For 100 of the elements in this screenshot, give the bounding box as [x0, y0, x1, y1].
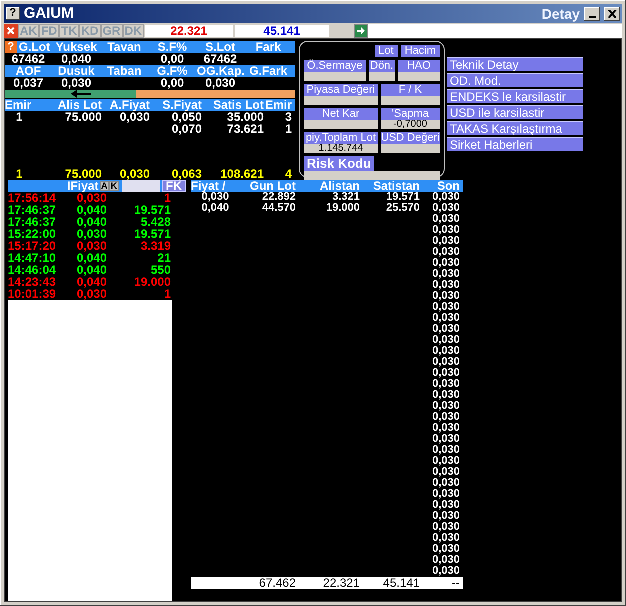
total-cell-text: 1: [15, 168, 24, 180]
table-cell-text: 0,030: [431, 214, 461, 225]
column-header[interactable]: Alistan: [297, 180, 361, 192]
table-cell-text: 0,030: [431, 489, 461, 500]
total-cell-text: 0,030: [118, 168, 151, 180]
total-cell-text: 75.000: [64, 168, 103, 180]
menu-item[interactable]: ENDEKS le karsilastir: [447, 89, 583, 103]
value-field: [381, 96, 440, 105]
price-cell-text: 0,040: [76, 204, 108, 216]
column-header[interactable]: Satistan: [361, 180, 421, 192]
column-header[interactable]: Fiyat /: [191, 180, 241, 192]
field-label: 'Sapma: [381, 108, 440, 120]
go-button[interactable]: [354, 24, 368, 38]
table-cell-text: 1: [284, 123, 293, 135]
minimize-icon: [588, 16, 596, 18]
column-header: Yuksek: [54, 41, 98, 53]
total-cell-text: 45.141: [382, 577, 421, 589]
table-cell-text: 0,030: [431, 236, 461, 247]
table-cell-text: 0,030: [431, 511, 461, 522]
column-header: Satis Lot: [212, 99, 265, 111]
table-cell-text: 0,030: [431, 368, 461, 379]
price-cell-text: 0,030: [76, 240, 108, 252]
time-cell-text: 15:22:00: [8, 228, 58, 240]
table-cell-text: 0,030: [431, 225, 461, 236]
price-cell-text: 0,040: [76, 264, 108, 276]
window-caption: Detay: [542, 6, 580, 22]
table-cell-text: 0,030: [431, 522, 461, 533]
ask-total-field: 45.141: [234, 24, 330, 38]
value-cell-text: 0,00: [160, 77, 186, 89]
time-cell-text: 14:46:04: [8, 264, 58, 276]
close-button[interactable]: [604, 6, 620, 20]
column-header[interactable]: Gun Lot: [241, 180, 297, 192]
price-cell-text: 0,030: [76, 288, 108, 300]
column-header[interactable]: Son: [421, 180, 461, 192]
arrow-left-icon: [71, 90, 91, 98]
lot-cell-text: 19.571: [133, 204, 172, 216]
table-cell-text: 0,030: [431, 346, 461, 357]
table-cell-text: 19.000: [325, 203, 361, 214]
table-cell-text: 0,030: [431, 357, 461, 368]
column-header: S.F%: [156, 41, 188, 53]
table-cell-text: 0,030: [431, 324, 461, 335]
field-label: Net Kar: [304, 108, 378, 120]
table-cell-text: 0,030: [431, 258, 461, 269]
sort-button[interactable]: A: [100, 181, 110, 191]
value-cell-text: 0,00: [160, 53, 186, 65]
column-header: Fark: [254, 41, 282, 53]
table-cell-text: 0,030: [431, 379, 461, 390]
table-cell-text: 0,030: [431, 533, 461, 544]
help-icon[interactable]: ?: [5, 41, 17, 53]
table-cell-text: 0,030: [431, 335, 461, 346]
field-label: Ö.Sermaye: [304, 60, 366, 72]
column-header: Alis Lot: [57, 99, 103, 111]
minimize-button[interactable]: [584, 6, 600, 20]
price-cell-text: 0,030: [76, 192, 108, 204]
field-label: Dön.: [369, 60, 395, 72]
value-cell-text: 0,040: [60, 53, 93, 65]
time-cell-text: 15:17:20: [8, 240, 58, 252]
bid-total-field: 22.321: [144, 24, 234, 38]
table-cell-text: 0,050: [172, 111, 203, 123]
column-header: AOF: [14, 65, 42, 77]
menu-item[interactable]: Sirket Haberleri: [447, 137, 583, 151]
time-cell-text: 17:46:37: [8, 204, 58, 216]
column-header: G.Lot: [19, 41, 52, 53]
time-cell-text: 10:01:39: [8, 288, 58, 300]
table-cell-text: 0,030: [202, 192, 230, 203]
close-icon[interactable]: [4, 24, 18, 38]
table-cell-text: 1: [15, 111, 24, 123]
help-button[interactable]: ?: [6, 7, 20, 20]
close-icon: [608, 10, 616, 18]
menu-item[interactable]: USD ile karsilastir: [447, 105, 583, 119]
table-cell-text: 0,030: [431, 544, 461, 555]
lot-cell-text: 3.319: [140, 240, 172, 252]
table-cell-text: 0,030: [431, 302, 461, 313]
filter-field[interactable]: [122, 180, 160, 192]
menu-item[interactable]: OD. Mod.: [447, 73, 583, 87]
field-label: HAO: [398, 60, 440, 72]
field-label: USD Değeri: [381, 132, 440, 144]
table-cell-text: 25.570: [385, 203, 421, 214]
total-cell-text: 4: [284, 168, 293, 180]
sort-button[interactable]: K: [109, 181, 119, 191]
table-cell-text: 0,030: [431, 467, 461, 478]
toggle-button[interactable]: Hacim: [400, 45, 440, 57]
table-cell-text: 44.570: [261, 203, 297, 214]
column-header: A.Fiyat: [108, 99, 151, 111]
time-cell-text: 14:23:43: [8, 276, 58, 288]
toggle-button[interactable]: Lot: [374, 45, 398, 57]
table-cell-text: 0,030: [431, 445, 461, 456]
menu-item[interactable]: TAKAS Karşılaştırma: [447, 121, 583, 135]
value-cell-text: 0,030: [60, 77, 93, 89]
total-cell-text: --: [451, 577, 461, 589]
value-field: [369, 72, 395, 81]
field-label: Risk Kodu: [304, 156, 374, 171]
total-cell-text: 0,063: [170, 168, 203, 180]
filter-button[interactable]: FK: [162, 180, 186, 192]
lot-cell-text: 1: [163, 288, 172, 300]
menu-item[interactable]: Teknik Detay: [447, 57, 583, 71]
table-cell-text: 73.621: [226, 123, 265, 135]
table-cell-text: 0,030: [431, 280, 461, 291]
window-title: GAIUM: [24, 5, 75, 22]
column-header: Emir: [5, 99, 33, 111]
